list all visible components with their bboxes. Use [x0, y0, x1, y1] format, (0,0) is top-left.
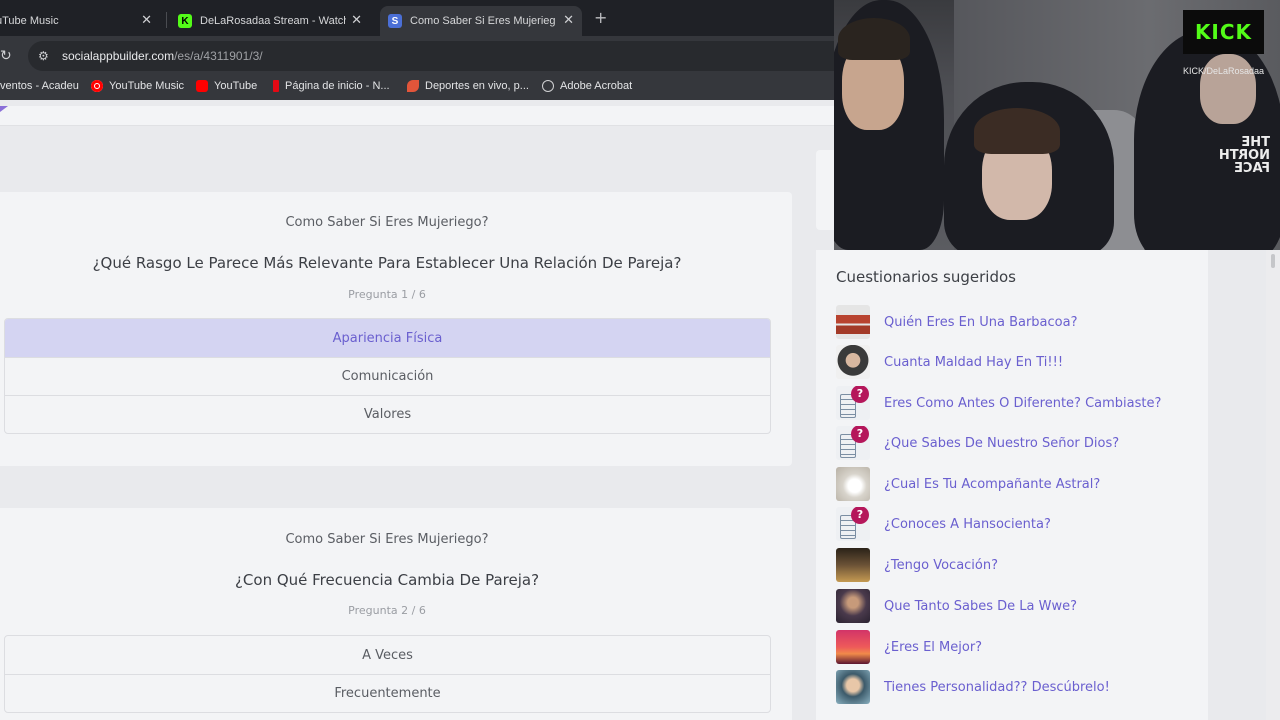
bookmark-item[interactable]: YouTube	[196, 80, 257, 92]
accent-corner	[0, 106, 8, 112]
reload-icon[interactable]: ↻	[0, 48, 12, 64]
tab-title: DeLaRosadaa Stream - Watch L	[200, 15, 346, 27]
bookmark-item[interactable]: Página de inicio - N...	[273, 80, 390, 92]
url-text: socialappbuilder.com/es/a/4311901/3/	[62, 49, 263, 63]
suggested-item[interactable]: ¿Eres El Mejor?	[836, 630, 1206, 664]
tab-title: Como Saber Si Eres Mujeriego?	[410, 15, 556, 27]
suggested-link[interactable]: Que Tanto Sabes De La Wwe?	[884, 599, 1077, 614]
bookmark-item[interactable]: Adobe Acrobat	[542, 80, 632, 92]
bookmark-item[interactable]: YouTube Music	[91, 80, 184, 92]
quiz-thumbnail	[836, 670, 870, 704]
suggested-item[interactable]: ¿Tengo Vocación?	[836, 548, 1206, 582]
suggested-item[interactable]: ¿Que Sabes De Nuestro Señor Dios?	[836, 426, 1206, 460]
kick-logo: KICK	[1183, 10, 1264, 54]
bookmark-label: Adobe Acrobat	[560, 80, 633, 92]
answer-option[interactable]: A Veces	[5, 636, 770, 674]
close-icon[interactable]: ✕	[141, 12, 152, 28]
question-doc-icon	[836, 426, 870, 460]
quiz-thumbnail	[836, 589, 870, 623]
answer-option[interactable]: Valores	[5, 395, 770, 433]
answer-options: Apariencia Física Comunicación Valores	[4, 318, 771, 434]
streamer-handle: KICK/DeLaRosadaa	[1182, 66, 1264, 76]
suggested-link[interactable]: ¿Que Sabes De Nuestro Señor Dios?	[884, 436, 1119, 451]
scrollbar[interactable]	[1266, 250, 1280, 720]
suggested-link[interactable]: Tienes Personalidad?? Descúbrelo!	[884, 680, 1110, 695]
suggested-link[interactable]: Quién Eres En Una Barbacoa?	[884, 315, 1077, 330]
quiz-thumbnail	[836, 548, 870, 582]
bookmark-item[interactable]: Deportes en vivo, p...	[407, 80, 529, 92]
address-bar: ↻ ⚙ socialappbuilder.com/es/a/4311901/3/	[0, 36, 834, 76]
bookmark-label: YouTube	[214, 80, 258, 92]
page-content: Como Saber Si Eres Mujeriego? ¿Qué Rasgo…	[0, 100, 834, 720]
new-tab-icon[interactable]: +	[594, 8, 607, 27]
youtube-music-icon	[91, 80, 103, 92]
suggested-item[interactable]: ¿Conoces A Hansocienta?	[836, 507, 1206, 541]
quiz-thumbnail	[836, 345, 870, 379]
suggested-link[interactable]: ¿Conoces A Hansocienta?	[884, 517, 1051, 532]
suggested-item[interactable]: Eres Como Antes O Diferente? Cambiaste?	[836, 386, 1206, 420]
tab-separator	[166, 12, 167, 28]
quiz-thumbnail	[836, 305, 870, 339]
close-icon[interactable]: ✕	[563, 12, 574, 28]
answer-option[interactable]: Frecuentemente	[5, 674, 770, 712]
kick-favicon-icon: K	[178, 14, 192, 28]
quiz-thumbnail	[836, 630, 870, 664]
url-host: socialappbuilder.com	[62, 49, 175, 63]
scrollbar-thumb[interactable]	[1271, 254, 1275, 268]
question-doc-icon	[836, 386, 870, 420]
page-header-strip	[0, 106, 834, 126]
suggested-link[interactable]: Eres Como Antes O Diferente? Cambiaste?	[884, 396, 1161, 411]
question-text: ¿Con Qué Frecuencia Cambia De Pareja?	[234, 571, 540, 589]
question-counter: Pregunta 1 / 6	[348, 288, 426, 301]
bookmark-label: YouTube Music	[109, 80, 185, 92]
shirt-logo: THE NORTH FACE	[1218, 135, 1270, 176]
bookmark-label: ventos - Acadeu	[0, 80, 79, 92]
quiz-name: Como Saber Si Eres Mujeriego?	[285, 215, 489, 230]
bookmark-item[interactable]: ventos - Acadeu	[0, 80, 79, 92]
suggested-item[interactable]: Cuanta Maldad Hay En Ti!!!	[836, 345, 1206, 379]
suggested-quizzes-panel: Cuestionarios sugeridos Quién Eres En Un…	[816, 250, 1208, 720]
tab-title: uTube Music	[0, 15, 59, 27]
leaf-icon	[407, 80, 419, 92]
question-counter: Pregunta 2 / 6	[348, 604, 426, 617]
suggested-link[interactable]: ¿Tengo Vocación?	[884, 558, 998, 573]
globe-icon	[542, 80, 554, 92]
answer-options: A Veces Frecuentemente	[4, 635, 771, 713]
close-icon[interactable]: ✕	[351, 12, 362, 28]
netflix-icon	[273, 80, 279, 92]
bookmark-label: Página de inicio - N...	[285, 80, 390, 92]
bookmarks-bar: ventos - Acadeu YouTube Music YouTube Pá…	[0, 76, 834, 100]
url-field[interactable]: ⚙ socialappbuilder.com/es/a/4311901/3/	[28, 41, 834, 71]
suggested-item[interactable]: Quién Eres En Una Barbacoa?	[836, 305, 1206, 339]
quiz-thumbnail	[836, 467, 870, 501]
suggested-link[interactable]: Cuanta Maldad Hay En Ti!!!	[884, 355, 1063, 370]
suggested-title: Cuestionarios sugeridos	[836, 268, 1016, 286]
tab-bar: uTube Music ✕ K DeLaRosadaa Stream - Wat…	[0, 0, 834, 36]
side-card	[816, 150, 836, 230]
suggested-link[interactable]: ¿Eres El Mejor?	[884, 640, 982, 655]
suggested-item[interactable]: Tienes Personalidad?? Descúbrelo!	[836, 670, 1206, 704]
url-path: /es/a/4311901/3/	[174, 49, 263, 63]
question-card: Como Saber Si Eres Mujeriego? ¿Qué Rasgo…	[0, 192, 792, 466]
answer-option[interactable]: Apariencia Física	[5, 319, 770, 357]
tab-kick-stream[interactable]: K DeLaRosadaa Stream - Watch L ✕	[170, 6, 370, 36]
suggested-item[interactable]: ¿Cual Es Tu Acompañante Astral?	[836, 467, 1206, 501]
youtube-icon	[196, 80, 208, 92]
quiz-name: Como Saber Si Eres Mujeriego?	[285, 532, 489, 547]
socialappbuilder-favicon-icon: S	[388, 14, 402, 28]
site-settings-icon[interactable]: ⚙	[38, 49, 49, 63]
answer-option[interactable]: Comunicación	[5, 357, 770, 395]
suggested-link[interactable]: ¿Cual Es Tu Acompañante Astral?	[884, 477, 1100, 492]
tab-youtube-music[interactable]: uTube Music ✕	[0, 6, 160, 36]
bookmark-label: Deportes en vivo, p...	[425, 80, 529, 92]
suggested-item[interactable]: Que Tanto Sabes De La Wwe?	[836, 589, 1206, 623]
question-doc-icon	[836, 507, 870, 541]
question-card: Como Saber Si Eres Mujeriego? ¿Con Qué F…	[0, 508, 792, 720]
question-text: ¿Qué Rasgo Le Parece Más Relevante Para …	[92, 254, 682, 272]
tab-active-quiz[interactable]: S Como Saber Si Eres Mujeriego? ✕	[380, 6, 582, 36]
